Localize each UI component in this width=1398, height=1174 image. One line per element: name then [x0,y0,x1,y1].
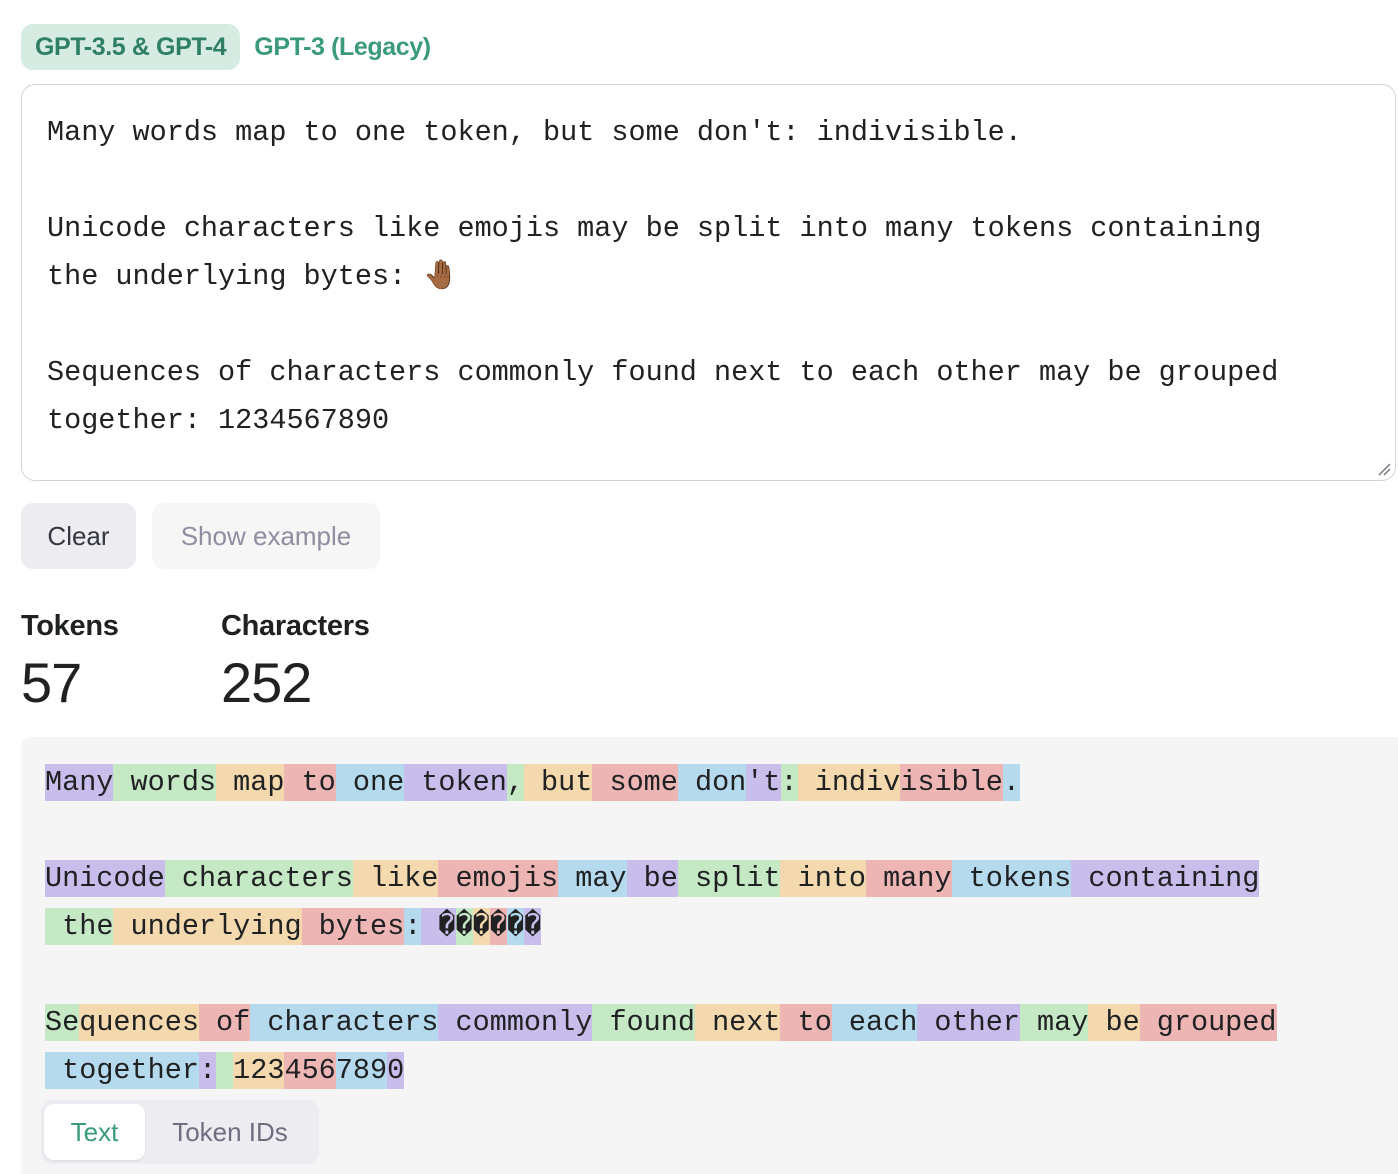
token: 0 [387,1052,405,1089]
clear-button[interactable]: Clear [21,503,136,569]
token: 't [746,764,781,801]
token: but [523,764,593,801]
token: like [352,860,439,897]
model-tabs: GPT-3.5 & GPT-4 GPT-3 (Legacy) [21,24,445,70]
tab-gpt3-legacy[interactable]: GPT-3 (Legacy) [240,24,444,70]
characters-value: 252 [221,651,312,714]
token: underlying [113,908,302,945]
token: : [780,764,798,801]
token: . [1002,764,1020,801]
tokenized-text: Many words map to one token, but some do… [45,759,1385,1095]
token: , [506,764,524,801]
token: : [404,908,422,945]
token: � [524,908,542,945]
token: map [216,764,285,801]
token: split [677,860,781,897]
tokens-value: 57 [21,651,82,714]
token: � [489,908,508,945]
token: of [198,1004,251,1041]
token: : [198,1052,217,1089]
token: the [45,908,114,945]
token: isible [900,764,1003,801]
character-count: Characters 252 [221,606,370,718]
token-count: Tokens 57 [21,606,119,718]
tokenizer-page: GPT-3.5 & GPT-4 GPT-3 (Legacy) Many word… [0,0,1398,1174]
token: be [626,860,678,897]
token: Se [45,1004,80,1041]
text-input-value[interactable]: Many words map to one token, but some do… [47,109,1377,445]
token: emojis [438,860,559,897]
token: 456 [284,1052,336,1089]
token: many [866,860,952,897]
token: some [592,764,678,801]
characters-label: Characters [221,610,370,642]
token: other [917,1004,1020,1041]
token: 123 [233,1052,285,1089]
token: characters [164,860,353,897]
token: bytes [301,908,405,945]
token: � [455,908,473,945]
resize-handle-icon[interactable] [1377,462,1391,476]
token: may [558,860,627,897]
token [216,1052,234,1089]
token: � [472,908,490,945]
token: quences [79,1004,199,1041]
show-example-button[interactable]: Show example [152,503,380,569]
token: found [592,1004,695,1041]
view-token-ids-button[interactable]: Token IDs [145,1104,315,1160]
token: together [45,1052,199,1089]
token: token [404,764,507,801]
token: commonly [438,1004,593,1041]
token: next [694,1004,781,1041]
token: � [421,908,456,945]
view-text-button[interactable]: Text [44,1104,145,1160]
token: containing [1071,860,1260,897]
token: � [507,908,525,945]
token: one [335,764,405,801]
token: Unicode [45,860,165,897]
token: Many [45,764,114,801]
tab-gpt35-gpt4[interactable]: GPT-3.5 & GPT-4 [21,24,241,70]
token: indiv [797,764,901,801]
token: to [284,764,336,801]
token: characters [250,1004,439,1041]
token: to [780,1004,832,1041]
token: grouped [1139,1004,1277,1041]
view-toggle: Text Token IDs [41,1100,319,1164]
token: words [113,764,217,801]
token: don [677,764,747,801]
token: may [1019,1004,1089,1041]
token: 789 [335,1052,388,1089]
token: into [780,860,866,897]
token: tokens [951,860,1072,897]
token: each [831,1004,918,1041]
text-input[interactable]: Many words map to one token, but some do… [21,84,1396,481]
tokens-label: Tokens [21,610,119,642]
token: be [1088,1004,1140,1041]
